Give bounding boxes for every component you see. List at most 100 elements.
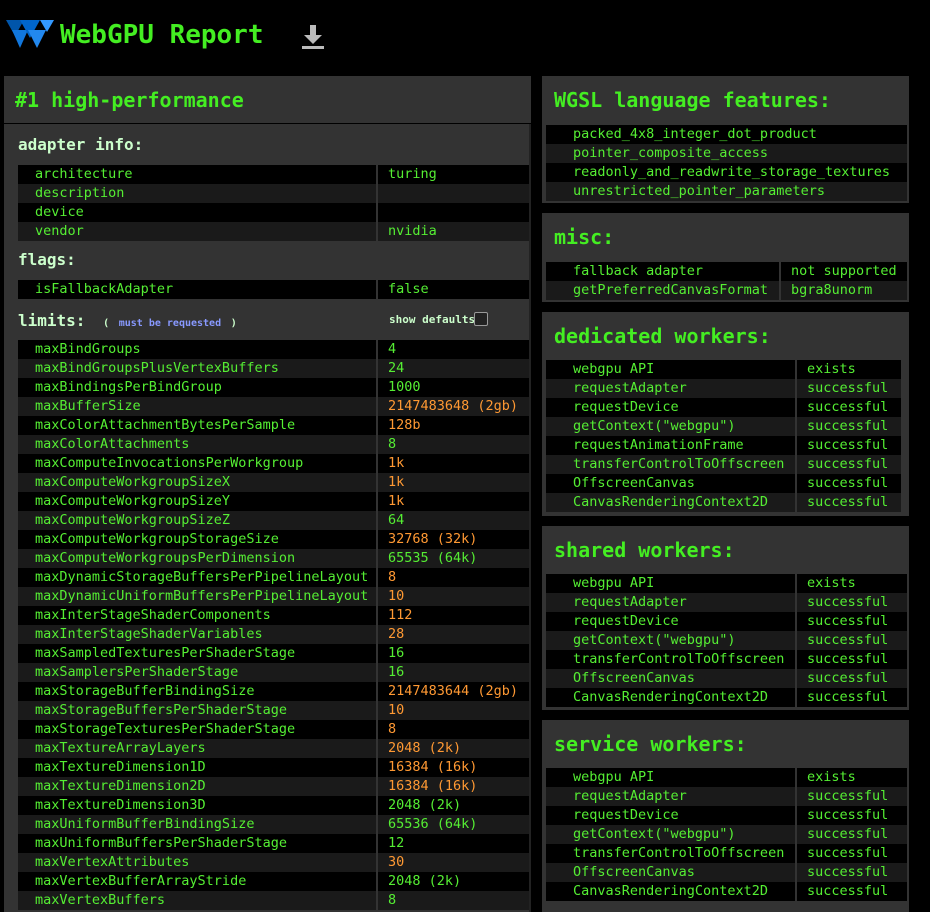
limit-row: maxBindingsPerBindGroup 1000 <box>18 378 529 397</box>
service-worker-row-key: OffscreenCanvas <box>573 864 695 880</box>
limit-row-key: maxBindGroupsPlusVertexBuffers <box>35 360 279 376</box>
service-worker-row: CanvasRenderingContext2D successful <box>546 882 907 901</box>
wgsl-feature-row-key: readonly_and_readwrite_storage_textures <box>573 164 890 180</box>
limit-row: maxBindGroups 4 <box>18 340 529 359</box>
limit-row-key: maxVertexAttributes <box>35 854 190 870</box>
limit-row: maxStorageTexturesPerShaderStage 8 <box>18 720 529 739</box>
service-worker-row-value: successful <box>795 806 907 825</box>
adapter-title: #1 high-performance <box>15 88 244 112</box>
service-worker-row: webgpu API exists <box>546 768 907 787</box>
limit-row: maxComputeInvocationsPerWorkgroup 1k <box>18 454 529 473</box>
limit-row: maxVertexAttributes 30 <box>18 853 529 872</box>
limit-row: maxStorageBuffersPerShaderStage 10 <box>18 701 529 720</box>
shared-worker-row: OffscreenCanvas successful <box>546 669 907 688</box>
limit-row-value: 24 <box>376 359 529 378</box>
service-worker-row-value: successful <box>795 825 907 844</box>
adapter-info-row-value: turing <box>376 165 529 184</box>
limit-row-value: 1000 <box>376 378 529 397</box>
dedicated-worker-row-value: successful <box>795 398 901 417</box>
service-worker-row: requestAdapter successful <box>546 787 907 806</box>
service-workers-title: service workers: <box>554 732 747 756</box>
limit-row-value: 4 <box>376 340 529 359</box>
dedicated-worker-row-key: webgpu API <box>573 361 655 377</box>
limit-row-key: maxColorAttachmentBytesPerSample <box>35 417 296 433</box>
limit-row-value: 1k <box>376 454 529 473</box>
shared-worker-row-key: OffscreenCanvas <box>573 670 695 686</box>
shared-worker-row-value: successful <box>795 593 907 612</box>
limit-row-value: 10 <box>376 701 529 720</box>
adapter-info-row-key: architecture <box>35 166 133 182</box>
adapter-info-row: vendor nvidia <box>18 222 529 241</box>
limit-row-value: 32768 (32k) <box>376 530 529 549</box>
download-icon[interactable] <box>301 24 325 50</box>
limit-row-key: maxStorageTexturesPerShaderStage <box>35 721 296 737</box>
wgsl-feature-row: packed_4x8_integer_dot_product <box>546 125 907 144</box>
limit-row-value: 1k <box>376 492 529 511</box>
limit-row-key: maxSamplersPerShaderStage <box>35 664 239 680</box>
show-defaults-checkbox[interactable] <box>474 312 488 326</box>
wgsl-panel: WGSL language features: packed_4x8_integ… <box>542 76 909 203</box>
dedicated-worker-row-value: successful <box>795 436 901 455</box>
limit-row-key: maxDynamicStorageBuffersPerPipelineLayou… <box>35 569 369 585</box>
limit-row-value: 2048 (2k) <box>376 796 529 815</box>
limit-row-value: 128b <box>376 416 529 435</box>
limit-row: maxDynamicUniformBuffersPerPipelineLayou… <box>18 587 529 606</box>
limit-row-value: 10 <box>376 587 529 606</box>
dedicated-worker-row-value: successful <box>795 493 901 512</box>
limit-row-value: 16384 (16k) <box>376 777 529 796</box>
shared-worker-row-key: requestAdapter <box>573 594 687 610</box>
service-worker-row-value: successful <box>795 844 907 863</box>
limit-row-key: maxInterStageShaderComponents <box>35 607 271 623</box>
shared-worker-row-value: successful <box>795 669 907 688</box>
wgsl-feature-row: readonly_and_readwrite_storage_textures <box>546 163 907 182</box>
must-be-requested-link[interactable]: must be requested <box>119 318 221 329</box>
limit-row-value: 30 <box>376 853 529 872</box>
limit-row: maxSampledTexturesPerShaderStage 16 <box>18 644 529 663</box>
flags-heading: flags: <box>18 249 76 271</box>
shared-worker-row-key: CanvasRenderingContext2D <box>573 689 769 705</box>
service-worker-row-key: webgpu API <box>573 769 655 785</box>
adapter-info-heading: adapter info: <box>18 134 144 156</box>
limit-row: maxColorAttachmentBytesPerSample 128b <box>18 416 529 435</box>
paren-close: ) <box>230 318 237 329</box>
title-divider <box>4 123 531 124</box>
shared-worker-row: CanvasRenderingContext2D successful <box>546 688 907 707</box>
shared-worker-row-value: successful <box>795 631 907 650</box>
limit-row: maxInterStageShaderVariables 28 <box>18 625 529 644</box>
service-worker-row-value: successful <box>795 787 907 806</box>
limit-row: maxComputeWorkgroupSizeY 1k <box>18 492 529 511</box>
limit-row: maxTextureDimension3D 2048 (2k) <box>18 796 529 815</box>
wgsl-feature-row: pointer_composite_access <box>546 144 907 163</box>
dedicated-worker-row: requestDevice successful <box>546 398 901 417</box>
dedicated-workers-panel: dedicated workers: webgpu API exists reque… <box>542 312 909 516</box>
limit-row: maxUniformBufferBindingSize 65536 (64k) <box>18 815 529 834</box>
shared-worker-row: getContext("webgpu") successful <box>546 631 907 650</box>
limit-row-value: 64 <box>376 511 529 530</box>
service-worker-row: transferControlToOffscreen successful <box>546 844 907 863</box>
limit-row: maxDynamicStorageBuffersPerPipelineLayou… <box>18 568 529 587</box>
limit-row-key: maxComputeWorkgroupSizeY <box>35 493 231 509</box>
limit-row-key: maxColorAttachments <box>35 436 190 452</box>
shared-workers-title: shared workers: <box>554 538 735 562</box>
adapter-info-row-key: device <box>35 204 84 220</box>
dedicated-worker-row-key: requestAnimationFrame <box>573 437 744 453</box>
dedicated-worker-row: OffscreenCanvas successful <box>546 474 901 493</box>
flags-row: isFallbackAdapter false <box>18 280 529 299</box>
limit-row-key: maxSampledTexturesPerShaderStage <box>35 645 296 661</box>
limit-row-key: maxComputeWorkgroupSizeX <box>35 474 231 490</box>
limit-row: maxTextureDimension2D 16384 (16k) <box>18 777 529 796</box>
limit-row-value: 65536 (64k) <box>376 815 529 834</box>
limit-row: maxStorageBufferBindingSize 2147483644 (2… <box>18 682 529 701</box>
adapter-info-row-value <box>376 184 529 203</box>
misc-row: fallback adapter not supported <box>546 262 907 281</box>
limit-row-key: maxTextureArrayLayers <box>35 740 206 756</box>
limit-row: maxComputeWorkgroupsPerDimension 65535 (6… <box>18 549 529 568</box>
limit-row-value: 8 <box>376 568 529 587</box>
limit-row-key: maxStorageBuffersPerShaderStage <box>35 702 287 718</box>
misc-row-value: bgra8unorm <box>779 281 907 300</box>
wgsl-title: WGSL language features: <box>554 88 831 112</box>
adapter-info-row-key: vendor <box>35 223 84 239</box>
limit-row-key: maxBufferSize <box>35 398 141 414</box>
limit-row-key: maxTextureDimension3D <box>35 797 206 813</box>
dedicated-worker-row-value: successful <box>795 417 901 436</box>
